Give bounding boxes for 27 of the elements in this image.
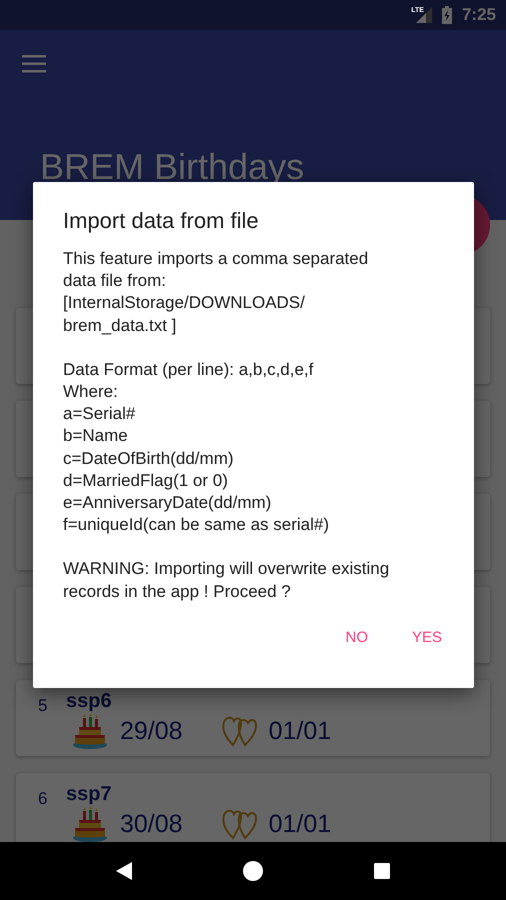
recents-icon[interactable]: [374, 863, 390, 879]
clock: 7:25: [462, 5, 496, 25]
person-name: ssp6: [66, 690, 113, 713]
dialog-text: This feature imports a comma separated data file from: [InternalStorage/DOWNLOADS/ brem_data.txt ]: [63, 248, 370, 337]
serial-number: 6: [38, 789, 48, 810]
hearts-icon: [220, 715, 257, 747]
dialog-button[interactable]: YES: [394, 618, 460, 656]
menu-icon[interactable]: [22, 55, 46, 73]
birthday-date: 30/08: [120, 812, 183, 836]
birthday-date: 29/08: [120, 718, 183, 744]
entry-card[interactable]: 6 ssp7 30/08 01/01: [16, 773, 490, 842]
dialog-text: WARNING: Importing will overwrite existing records in the app ! Proceed ?: [63, 558, 390, 603]
dialog-title: Import data from file: [63, 208, 260, 234]
dialog-button[interactable]: NO: [327, 618, 386, 656]
home-icon[interactable]: [242, 861, 263, 881]
app-title: BREM Birthdays: [40, 146, 304, 188]
anniversary-date: 01/01: [268, 812, 332, 836]
cake-icon: [72, 713, 108, 749]
hearts-icon: [220, 808, 257, 840]
cake-icon: [72, 806, 108, 842]
person-name: ssp7: [66, 783, 113, 806]
back-icon[interactable]: [116, 862, 132, 880]
serial-number: 5: [38, 696, 48, 717]
anniversary-date: 01/01: [268, 718, 332, 744]
battery-charging-icon: [442, 6, 452, 24]
entry-card[interactable]: 5 ssp6 29/08 01/01: [16, 680, 490, 756]
dialog-text: Data Format (per line): a,b,c,d,e,f Where: a=Serial# b=Name c=DateOfBirth(dd/mm) d=MarriedFlag(1 or 0) e=AnniversaryDate(dd/mm) f=uniqueId(can be same as serial#): [63, 358, 330, 536]
